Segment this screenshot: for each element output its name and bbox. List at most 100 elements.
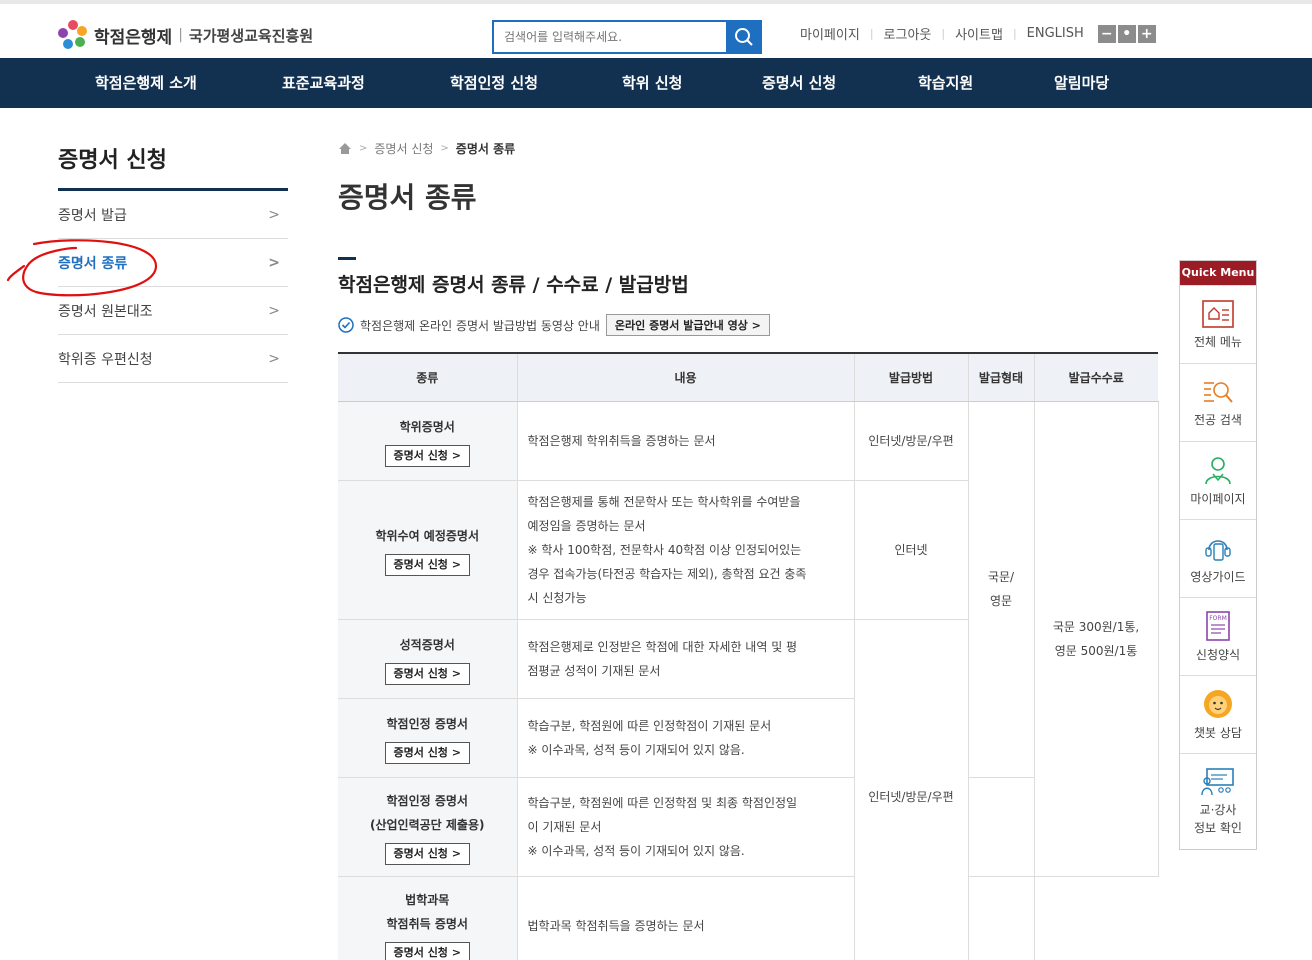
quick-menu: Quick Menu 전체 메뉴 전공 검색 마이페이지 영상가이드 FORM … xyxy=(1179,260,1257,850)
quick-all-menu[interactable]: 전체 메뉴 xyxy=(1180,285,1256,363)
breadcrumb-separator: > xyxy=(359,143,368,154)
util-english-link[interactable]: ENGLISH xyxy=(1017,26,1094,41)
logo-org-text: 국가평생교육진흥원 xyxy=(188,26,314,45)
desc-line: 예정임을 증명하는 문서 xyxy=(527,518,646,533)
chevron-right-icon: > xyxy=(451,846,461,860)
desc-line: ※ 이수과목, 성적 등이 기재되어 있지 않음. xyxy=(527,742,745,757)
lnb-item-mail[interactable]: 학위증 우편신청 > xyxy=(58,335,288,383)
gnb-item-notice[interactable]: 알림마당 xyxy=(1054,58,1109,108)
col-header-kind: 종류 xyxy=(338,352,517,402)
cert-desc: 학점은행제 학위취득을 증명하는 문서 xyxy=(516,400,855,481)
apply-certificate-button[interactable]: 증명서 신청 > xyxy=(384,941,470,960)
cert-desc: 학점은행제를 통해 전문학사 또는 학사학위를 수여받을 예정임을 증명하는 문… xyxy=(516,479,855,620)
chevron-right-icon: > xyxy=(268,254,280,271)
major-search-icon xyxy=(1204,381,1233,403)
quick-item-label: 마이페이지 xyxy=(1190,491,1246,506)
site-logo[interactable]: 학점은행제 | 국가평생교육진흥원 xyxy=(58,20,313,50)
lnb-item-types[interactable]: 증명서 종류 > xyxy=(58,239,288,287)
desc-line: 이 기재된 문서 xyxy=(527,819,602,834)
quick-item-label: 전공 검색 xyxy=(1194,412,1242,427)
apply-certificate-button[interactable]: 증명서 신청 > xyxy=(384,444,470,467)
issue-form-empty xyxy=(967,875,1034,960)
table-header-row: 종류 내용 발급방법 발급형태 발급수수료 xyxy=(338,352,1158,402)
search-button[interactable] xyxy=(726,20,762,54)
apply-certificate-button[interactable]: 증명서 신청 > xyxy=(384,553,470,576)
form-document-icon: FORM xyxy=(1206,610,1230,641)
util-logout-link[interactable]: 로그아웃 xyxy=(874,24,942,43)
apply-label: 증명서 신청 xyxy=(393,448,448,462)
lnb-item-verify[interactable]: 증명서 원본대조 > xyxy=(58,287,288,335)
breadcrumb-item[interactable]: 증명서 신청 xyxy=(374,140,433,157)
issue-form-line: 국문/ xyxy=(987,570,1015,584)
quick-item-label: 정보 확인 xyxy=(1194,820,1242,835)
lnb-item-label: 증명서 원본대조 xyxy=(58,303,153,320)
zoom-reset-button[interactable]: • xyxy=(1117,24,1136,43)
apply-label: 증명서 신청 xyxy=(393,666,448,680)
cert-desc: 학습구분, 학점원에 따른 인정학점이 기재된 문서 ※ 이수과목, 성적 등이… xyxy=(516,697,855,778)
issue-method: 인터넷 xyxy=(853,479,969,620)
chevron-right-icon: > xyxy=(451,745,461,759)
desc-line: 학점은행제 학위취득을 증명하는 문서 xyxy=(527,433,716,448)
quick-mypage[interactable]: 마이페이지 xyxy=(1180,441,1256,519)
search-input[interactable] xyxy=(492,20,726,54)
gnb-item-degree-apply[interactable]: 학위 신청 xyxy=(622,58,682,108)
cert-desc: 법학과목 학점취득을 증명하는 문서 xyxy=(516,875,855,960)
quick-item-label: 영상가이드 xyxy=(1190,569,1246,584)
col-header-fee: 발급수수료 xyxy=(1033,352,1158,402)
gnb-item-intro[interactable]: 학점은행제 소개 xyxy=(95,58,197,108)
lnb-item-issue[interactable]: 증명서 발급 > xyxy=(58,191,288,239)
chevron-right-icon: > xyxy=(751,319,761,332)
logo-main-text: 학점은행제 xyxy=(94,27,173,48)
issue-method: 인터넷/방문/우편 xyxy=(853,618,969,960)
desc-line: 경우 접속가능(타전공 학습자는 제외), 총학점 요건 충족 xyxy=(527,566,807,581)
user-icon xyxy=(1205,456,1231,484)
zoom-in-button[interactable]: + xyxy=(1137,24,1156,43)
home-icon[interactable] xyxy=(338,142,352,155)
breadcrumb-separator: > xyxy=(440,143,449,154)
apply-certificate-button[interactable]: 증명서 신청 > xyxy=(384,842,470,865)
apply-label: 증명서 신청 xyxy=(393,945,448,959)
cert-desc: 학습구분, 학점원에 따른 인정학점 및 최종 학점인정일 이 기재된 문서 ※… xyxy=(516,776,855,877)
apply-certificate-button[interactable]: 증명서 신청 > xyxy=(384,662,470,685)
global-nav: 학점은행제 소개 표준교육과정 학점인정 신청 학위 신청 증명서 신청 학습지… xyxy=(0,58,1312,108)
lnb-item-label: 증명서 발급 xyxy=(58,207,127,224)
gnb-item-certificate[interactable]: 증명서 신청 xyxy=(762,58,836,108)
top-header: 학점은행제 | 국가평생교육진흥원 마이페이지 | 로그아웃 | 사이트맵 | … xyxy=(0,0,1312,58)
cert-desc: 학점은행제로 인정받은 학점에 대한 자세한 내역 및 평 점평균 성적이 기재… xyxy=(516,618,855,699)
zoom-out-button[interactable]: − xyxy=(1097,24,1116,43)
logo-flower-icon xyxy=(58,20,88,50)
gnb-item-credit-apply[interactable]: 학점인정 신청 xyxy=(450,58,538,108)
search-icon xyxy=(735,28,753,46)
cert-kind-name: (산업인력공단 제출용) xyxy=(369,817,485,832)
page-title: 증명서 종류 xyxy=(338,181,477,214)
issue-fee: 국문 300원/1통, 영문 500원/1통 xyxy=(1033,400,1159,877)
breadcrumb: > 증명서 신청 > 증명서 종류 xyxy=(338,140,515,157)
apply-certificate-button[interactable]: 증명서 신청 > xyxy=(384,741,470,764)
desc-line: ※ 학사 100학점, 전문학사 40학점 이상 인정되어있는 xyxy=(527,542,802,557)
zoom-controls: − • + xyxy=(1097,24,1156,43)
desc-line: 학점은행제로 인정받은 학점에 대한 자세한 내역 및 평 xyxy=(527,639,798,654)
util-sitemap-link[interactable]: 사이트맵 xyxy=(945,24,1013,43)
gnb-item-curriculum[interactable]: 표준교육과정 xyxy=(282,58,365,108)
quick-item-label: 챗봇 상담 xyxy=(1194,725,1242,740)
col-header-form: 발급형태 xyxy=(967,352,1034,402)
apply-label: 증명서 신청 xyxy=(393,557,448,571)
issue-method: 인터넷/방문/우편 xyxy=(853,400,969,481)
cert-kind: 학위증명서 증명서 신청 > xyxy=(338,400,518,481)
util-mypage-link[interactable]: 마이페이지 xyxy=(790,24,870,43)
video-guide-button[interactable]: 온라인 증명서 발급안내 영상 > xyxy=(605,314,770,336)
quick-chatbot[interactable]: 챗봇 상담 xyxy=(1180,675,1256,753)
cert-kind: 학위수여 예정증명서 증명서 신청 > xyxy=(338,479,518,620)
quick-application-forms[interactable]: FORM 신청양식 xyxy=(1180,597,1256,675)
cert-kind-name: 학위수여 예정증명서 xyxy=(375,528,480,543)
search-box xyxy=(492,20,762,54)
quick-instructor-info[interactable]: 교·강사 정보 확인 xyxy=(1180,753,1256,849)
instructor-board-icon xyxy=(1201,767,1234,795)
cert-kind: 학점인정 증명서 (산업인력공단 제출용) 증명서 신청 > xyxy=(338,776,518,877)
chevron-right-icon: > xyxy=(451,666,461,680)
chevron-right-icon: > xyxy=(451,945,461,959)
breadcrumb-current: 증명서 종류 xyxy=(455,142,516,156)
quick-major-search[interactable]: 전공 검색 xyxy=(1180,363,1256,441)
quick-video-guide[interactable]: 영상가이드 xyxy=(1180,519,1256,597)
gnb-item-learning[interactable]: 학습지원 xyxy=(918,58,973,108)
